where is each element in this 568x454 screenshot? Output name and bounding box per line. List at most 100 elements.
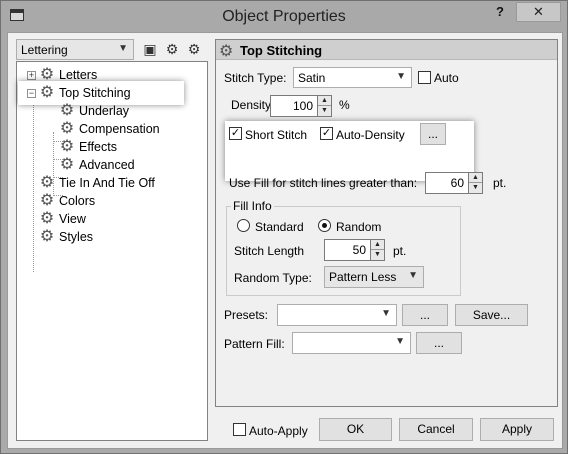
tree-item-underlay[interactable]: ⚙ Underlay bbox=[58, 102, 129, 120]
object-properties-window: Object Properties ? ✕ Lettering ▼ ▣ ⚙ ⚙ … bbox=[0, 0, 568, 454]
spin-down-icon[interactable]: ▼ bbox=[371, 250, 384, 260]
tree-item-advanced[interactable]: ⚙ Advanced bbox=[58, 156, 135, 174]
random-type-label: Random Type: bbox=[234, 271, 312, 285]
auto-density-label: Auto-Density bbox=[336, 128, 405, 142]
collapse-top-stitching-icon[interactable]: − bbox=[27, 89, 36, 98]
pattern-fill-label: Pattern Fill: bbox=[224, 337, 285, 351]
presets-more-button[interactable]: ... bbox=[402, 304, 448, 326]
stitch-type-label: Stitch Type: bbox=[224, 71, 287, 85]
use-fill-stepper[interactable]: 60 ▲ ▼ bbox=[425, 172, 487, 194]
spin-up-icon[interactable]: ▲ bbox=[318, 96, 331, 106]
use-fill-label: Use Fill for stitch lines greater than: bbox=[229, 176, 418, 190]
panel-title: Top Stitching bbox=[240, 43, 323, 58]
stitch-length-input[interactable]: 50 bbox=[324, 239, 371, 261]
density-label: Density bbox=[231, 98, 272, 112]
short-stitch-checkbox[interactable]: ✓ bbox=[229, 127, 242, 140]
gear-icon: ⚙ bbox=[39, 228, 55, 245]
ok-button[interactable]: OK bbox=[319, 418, 392, 441]
tree-item-effects[interactable]: ⚙ Effects bbox=[58, 138, 117, 156]
spin-down-icon[interactable]: ▼ bbox=[469, 183, 482, 193]
random-label: Random bbox=[336, 220, 382, 234]
panel-header: ⚙ Top Stitching bbox=[216, 40, 557, 60]
chevron-down-icon: ▼ bbox=[395, 336, 405, 347]
tree-item-label: Top Stitching bbox=[59, 86, 131, 100]
object-type-dropdown[interactable]: Lettering ▼ bbox=[16, 39, 134, 60]
tree-item-label: Colors bbox=[59, 194, 96, 208]
short-stitch-label: Short Stitch bbox=[245, 128, 308, 142]
auto-label: Auto bbox=[434, 71, 459, 85]
chevron-down-icon: ▼ bbox=[118, 43, 128, 54]
density-input[interactable]: 100 bbox=[270, 95, 318, 117]
spin-down-icon[interactable]: ▼ bbox=[318, 106, 331, 116]
chevron-down-icon: ▼ bbox=[381, 308, 391, 319]
settings-icon[interactable]: ⚙ bbox=[164, 41, 180, 57]
random-radio[interactable] bbox=[318, 219, 331, 232]
use-fill-unit: pt. bbox=[493, 176, 507, 190]
tree-item-compensation[interactable]: ⚙ Compensation bbox=[58, 120, 160, 138]
stitch-length-unit: pt. bbox=[393, 244, 407, 258]
auto-apply-checkbox[interactable] bbox=[233, 423, 246, 436]
standard-radio[interactable] bbox=[237, 219, 250, 232]
tree-item-colors[interactable]: ⚙ Colors bbox=[38, 192, 95, 210]
save-style-icon[interactable]: ▣ bbox=[142, 41, 158, 57]
presets-label: Presets: bbox=[224, 308, 269, 322]
auto-apply-label: Auto-Apply bbox=[249, 424, 308, 438]
expand-letters-icon[interactable]: + bbox=[27, 71, 36, 80]
dialog-client: Lettering ▼ ▣ ⚙ ⚙ + ⚙ Letters − ⚙ Top St… bbox=[7, 32, 563, 449]
pattern-fill-more-button[interactable]: ... bbox=[416, 332, 462, 354]
presets-dropdown[interactable]: ▼ bbox=[277, 304, 397, 326]
tree-item-view[interactable]: ⚙ View bbox=[38, 210, 86, 228]
tree-item-label: Styles bbox=[59, 230, 94, 244]
spin-up-icon[interactable]: ▲ bbox=[371, 240, 384, 250]
tree-item-label: Advanced bbox=[79, 158, 135, 172]
spin-up-icon[interactable]: ▲ bbox=[469, 173, 482, 183]
gear-icon: ⚙ bbox=[39, 174, 55, 191]
tree-item-label: Effects bbox=[79, 140, 117, 154]
gear-icon: ⚙ bbox=[39, 210, 55, 227]
title-bar[interactable]: Object Properties ? ✕ bbox=[1, 1, 567, 32]
random-type-value: Pattern Less bbox=[329, 270, 397, 284]
standard-label: Standard bbox=[255, 220, 304, 234]
auto-density-checkbox[interactable]: ✓ bbox=[320, 127, 333, 140]
stitch-length-stepper[interactable]: 50 ▲ ▼ bbox=[324, 239, 386, 261]
gear-icon: ⚙ bbox=[39, 84, 55, 101]
window-title: Object Properties bbox=[222, 8, 346, 25]
pattern-fill-dropdown[interactable]: ▼ bbox=[292, 332, 411, 354]
load-style-icon[interactable]: ⚙ bbox=[186, 41, 202, 57]
tree-item-top-stitching[interactable]: ⚙ Top Stitching bbox=[38, 84, 131, 102]
gear-icon: ⚙ bbox=[59, 138, 75, 155]
stitch-type-value: Satin bbox=[298, 71, 326, 85]
density-more-button[interactable]: ... bbox=[420, 123, 446, 145]
stitch-length-spin-buttons[interactable]: ▲ ▼ bbox=[370, 239, 385, 261]
tree-item-label: Tie In And Tie Off bbox=[59, 176, 155, 190]
save-preset-button[interactable]: Save... bbox=[455, 304, 528, 326]
gear-icon: ⚙ bbox=[39, 192, 55, 209]
chevron-down-icon: ▼ bbox=[396, 71, 406, 82]
random-type-dropdown[interactable]: Pattern Less ▼ bbox=[324, 266, 424, 288]
use-fill-spin-buttons[interactable]: ▲ ▼ bbox=[468, 172, 483, 194]
tree-item-tie-in-and-tie-off[interactable]: ⚙ Tie In And Tie Off bbox=[38, 174, 155, 192]
use-fill-input[interactable]: 60 bbox=[425, 172, 469, 194]
fill-info-title: Fill Info bbox=[231, 199, 274, 213]
cancel-button[interactable]: Cancel bbox=[399, 418, 473, 441]
auto-checkbox[interactable] bbox=[418, 71, 431, 84]
tree-item-label: View bbox=[59, 212, 86, 226]
tree-item-label: Underlay bbox=[79, 104, 130, 118]
density-stepper[interactable]: 100 ▲ ▼ bbox=[270, 95, 332, 117]
tree-item-styles[interactable]: ⚙ Styles bbox=[38, 228, 93, 246]
close-button[interactable]: ✕ bbox=[516, 2, 561, 22]
stitch-length-label: Stitch Length bbox=[234, 244, 305, 258]
density-unit: % bbox=[339, 98, 350, 112]
gear-icon: ⚙ bbox=[59, 120, 75, 137]
gear-icon: ⚙ bbox=[59, 156, 75, 173]
chevron-down-icon: ▼ bbox=[408, 270, 418, 281]
gear-icon: ⚙ bbox=[59, 102, 75, 119]
stitch-type-dropdown[interactable]: Satin ▼ bbox=[293, 67, 412, 88]
help-button[interactable]: ? bbox=[491, 4, 509, 22]
tree-item-label: Letters bbox=[59, 68, 98, 82]
tree-guide-line bbox=[33, 76, 34, 272]
apply-button[interactable]: Apply bbox=[480, 418, 554, 441]
density-spin-buttons[interactable]: ▲ ▼ bbox=[317, 95, 332, 117]
object-type-value: Lettering bbox=[21, 43, 68, 57]
gear-icon: ⚙ bbox=[219, 43, 234, 60]
